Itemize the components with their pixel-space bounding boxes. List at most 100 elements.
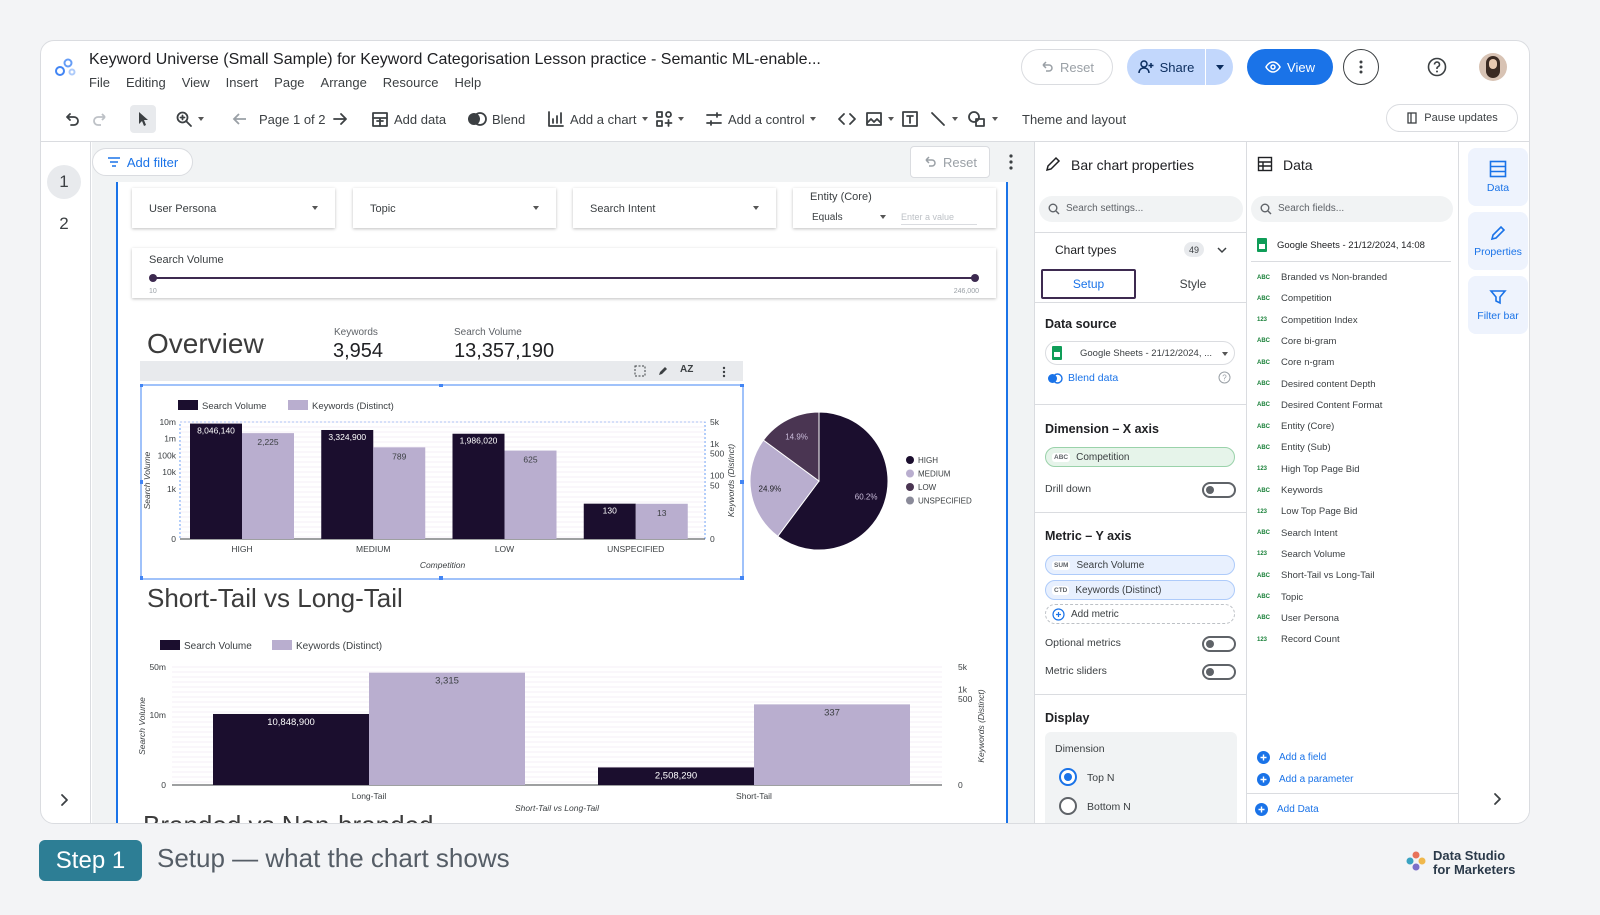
- edit-pencil-icon[interactable]: [657, 365, 669, 377]
- undo-button[interactable]: [63, 105, 81, 133]
- field-item[interactable]: ABC User Persona: [1257, 613, 1339, 624]
- embed-code-button[interactable]: [837, 105, 857, 133]
- sort-az-icon[interactable]: AZ: [680, 364, 693, 375]
- view-button[interactable]: View: [1247, 49, 1333, 85]
- canvas-reset-button[interactable]: Reset: [910, 146, 990, 178]
- bottom-n-radio[interactable]: [1059, 797, 1077, 815]
- slider-min-handle[interactable]: [149, 274, 157, 282]
- add-chart-button[interactable]: Add a chart: [547, 105, 648, 133]
- field-item[interactable]: ABC Core n-gram: [1257, 357, 1334, 368]
- field-item[interactable]: ABC Core bi-gram: [1257, 336, 1336, 347]
- data-source-row[interactable]: Google Sheets - 21/12/2024, 14:08: [1257, 238, 1425, 252]
- field-item[interactable]: ABC Search Intent: [1257, 528, 1338, 539]
- optional-metrics-toggle[interactable]: [1202, 636, 1236, 652]
- tab-setup[interactable]: Setup: [1041, 269, 1136, 299]
- more-options-button[interactable]: [1343, 49, 1379, 85]
- menu-file[interactable]: File: [89, 75, 110, 90]
- zoom-button[interactable]: [175, 105, 204, 133]
- field-item[interactable]: 123 Low Top Page Bid: [1257, 506, 1357, 517]
- pause-updates-button[interactable]: Pause updates: [1386, 104, 1518, 132]
- add-field-button[interactable]: Add a field: [1257, 751, 1326, 764]
- add-data-button[interactable]: Add data: [371, 105, 446, 133]
- blend-button[interactable]: Blend: [467, 105, 525, 133]
- metric-sliders-toggle[interactable]: [1202, 664, 1236, 680]
- menu-arrange[interactable]: Arrange: [321, 75, 367, 90]
- competition-bar-chart[interactable]: Search Volume Keywords (Distinct) 10m 1m 100…: [140, 384, 744, 580]
- top-n-radio[interactable]: [1059, 768, 1077, 786]
- menu-view[interactable]: View: [182, 75, 210, 90]
- nav-data-button[interactable]: Data: [1468, 148, 1528, 206]
- line-button[interactable]: [929, 105, 958, 133]
- menu-help[interactable]: Help: [454, 75, 481, 90]
- field-item[interactable]: ABC Competition: [1257, 293, 1332, 304]
- share-dropdown-button[interactable]: [1206, 49, 1233, 85]
- slider-max-handle[interactable]: [971, 274, 979, 282]
- page-thumb-2[interactable]: 2: [47, 207, 81, 241]
- competition-pie-chart[interactable]: 60.2% 24.9% 14.9% HIGH MEDIUM LOW UNSPECIFIED: [748, 410, 988, 560]
- add-control-button[interactable]: Add a control: [705, 105, 816, 133]
- page-next-button[interactable]: [331, 105, 349, 133]
- field-item[interactable]: ABC Topic: [1257, 592, 1303, 603]
- search-intent-control[interactable]: Search Intent: [573, 188, 776, 228]
- image-button[interactable]: [865, 105, 894, 133]
- metric-keywords-chip[interactable]: CTD Keywords (Distinct): [1045, 580, 1235, 600]
- page-prev-button[interactable]: [231, 105, 249, 133]
- settings-search-input[interactable]: Search settings...: [1039, 196, 1243, 222]
- chart-types-row[interactable]: Chart types 49: [1035, 234, 1246, 268]
- expand-rail-button[interactable]: [59, 793, 69, 807]
- help-button[interactable]: [1427, 57, 1447, 77]
- add-filter-button[interactable]: Add filter: [92, 148, 193, 176]
- shape-button[interactable]: [967, 105, 998, 133]
- menu-resource[interactable]: Resource: [383, 75, 439, 90]
- canvas-more-button[interactable]: [1009, 154, 1013, 170]
- blend-data-link[interactable]: Blend data: [1047, 372, 1118, 384]
- field-item[interactable]: ABC Entity (Sub): [1257, 442, 1331, 453]
- field-item[interactable]: ABC Entity (Core): [1257, 421, 1334, 432]
- field-item[interactable]: ABC Keywords: [1257, 485, 1323, 496]
- redo-button[interactable]: [91, 105, 109, 133]
- app-logo[interactable]: [53, 55, 77, 79]
- select-tool-button[interactable]: [130, 105, 156, 133]
- page-thumb-1[interactable]: 1: [47, 165, 81, 199]
- field-item[interactable]: ABC Desired content Depth: [1257, 379, 1376, 390]
- chart-select-icon[interactable]: [634, 365, 646, 377]
- community-viz-button[interactable]: [655, 105, 684, 133]
- add-data-link[interactable]: Add Data: [1255, 803, 1319, 816]
- text-box-button[interactable]: [901, 105, 919, 133]
- metric-search-volume-chip[interactable]: SUM Search Volume: [1045, 555, 1235, 575]
- entity-value-input[interactable]: Enter a value: [901, 212, 977, 225]
- menu-editing[interactable]: Editing: [126, 75, 166, 90]
- avatar[interactable]: [1479, 53, 1507, 81]
- menu-insert[interactable]: Insert: [226, 75, 259, 90]
- field-item[interactable]: ABC Branded vs Non-branded: [1257, 272, 1387, 283]
- field-item[interactable]: 123 Competition Index: [1257, 315, 1358, 326]
- tab-style[interactable]: Style: [1145, 269, 1241, 299]
- menu-page[interactable]: Page: [274, 75, 304, 90]
- nav-filter-bar-button[interactable]: Filter bar: [1468, 276, 1528, 334]
- entity-core-control[interactable]: Entity (Core) Equals Enter a value: [793, 188, 996, 228]
- header-reset-button[interactable]: Reset: [1021, 49, 1113, 85]
- share-button[interactable]: Share: [1127, 49, 1205, 85]
- field-item[interactable]: 123 High Top Page Bid: [1257, 464, 1360, 475]
- short-long-tail-bar-chart[interactable]: Search Volume Keywords (Distinct) 50m 10m 0 5…: [132, 637, 992, 813]
- field-item[interactable]: 123 Record Count: [1257, 634, 1340, 645]
- nav-properties-button[interactable]: Properties: [1468, 212, 1528, 270]
- chart-more-icon[interactable]: [722, 366, 726, 378]
- data-source-select[interactable]: Google Sheets - 21/12/2024, ...: [1045, 341, 1235, 365]
- collapse-panel-button[interactable]: [1492, 792, 1502, 806]
- fields-search-input[interactable]: Search fields...: [1251, 196, 1453, 222]
- drill-down-toggle[interactable]: [1202, 482, 1236, 498]
- topic-control[interactable]: Topic: [353, 188, 556, 228]
- entity-operator-select[interactable]: Equals: [812, 212, 843, 223]
- report-title[interactable]: Keyword Universe (Small Sample) for Keyw…: [89, 51, 821, 69]
- add-metric-button[interactable]: Add metric: [1045, 604, 1235, 624]
- help-icon[interactable]: ?: [1218, 371, 1231, 384]
- field-item[interactable]: 123 Search Volume: [1257, 549, 1345, 560]
- slider-track[interactable]: [153, 277, 975, 279]
- theme-layout-button[interactable]: Theme and layout: [1022, 105, 1126, 133]
- dimension-field-chip[interactable]: ABC Competition: [1045, 447, 1235, 467]
- add-parameter-button[interactable]: Add a parameter: [1257, 773, 1354, 786]
- field-item[interactable]: ABC Desired Content Format: [1257, 400, 1382, 411]
- field-item[interactable]: ABC Short-Tail vs Long-Tail: [1257, 570, 1374, 581]
- user-persona-control[interactable]: User Persona: [132, 188, 335, 228]
